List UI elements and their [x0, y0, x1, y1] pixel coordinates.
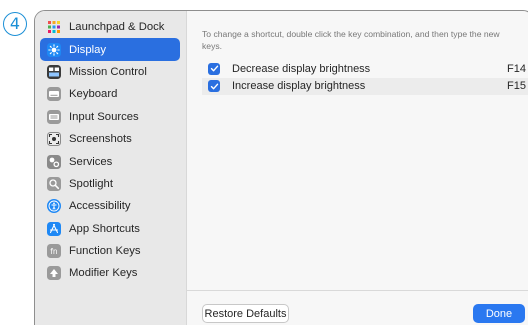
launchpad-icon	[47, 20, 61, 35]
sidebar-item-label: Screenshots	[69, 133, 132, 146]
display-brightness-icon	[47, 42, 61, 57]
shortcut-key[interactable]: F14	[502, 63, 528, 75]
sidebar-item-services[interactable]: Services	[40, 150, 180, 172]
shortcut-label: Increase display brightness	[232, 80, 366, 93]
shortcut-key[interactable]: F15	[502, 80, 528, 92]
sidebar-item-label: Launchpad & Dock	[69, 21, 165, 34]
sidebar-item-label: Accessibility	[69, 200, 131, 213]
keyboard-shortcuts-dialog: Launchpad & Dock Display Mission Control…	[34, 10, 528, 325]
sidebar-item-label: Spotlight	[69, 177, 113, 190]
svg-text:fn: fn	[50, 247, 58, 256]
sidebar-item-display[interactable]: Display	[40, 38, 180, 61]
sidebar-item-label: Display	[69, 43, 107, 56]
shortcut-checkbox[interactable]	[208, 80, 220, 93]
spotlight-icon	[47, 176, 61, 191]
fn-key-icon: fn	[47, 244, 61, 259]
restore-defaults-button[interactable]: Restore Defaults	[202, 304, 289, 323]
sidebar-item-label: Modifier Keys	[69, 267, 138, 280]
sidebar-item-function-keys[interactable]: fn Function Keys	[40, 240, 180, 262]
input-sources-icon	[47, 109, 61, 124]
shortcut-row[interactable]: Decrease display brightness F14	[202, 60, 528, 78]
sidebar-item-input-sources[interactable]: Input Sources	[40, 106, 180, 128]
sidebar-item-keyboard[interactable]: Keyboard	[40, 83, 180, 105]
shortcut-row[interactable]: Increase display brightness F15	[202, 77, 528, 95]
screenshot-icon	[47, 132, 61, 147]
sidebar-item-spotlight[interactable]: Spotlight	[40, 173, 180, 195]
mission-control-icon	[47, 64, 61, 79]
app-store-icon	[47, 221, 61, 236]
shortcut-table: Decrease display brightness F14 Increase…	[202, 60, 528, 95]
instruction-text: To change a shortcut, double click the k…	[202, 29, 500, 51]
sidebar-item-modifier-keys[interactable]: Modifier Keys	[40, 262, 180, 284]
sidebar-item-label: Services	[69, 155, 113, 168]
sidebar-item-label: Keyboard	[69, 88, 118, 101]
done-button[interactable]: Done	[473, 304, 525, 323]
sidebar-item-launchpad-dock[interactable]: Launchpad & Dock	[40, 16, 180, 38]
sidebar-item-label: Input Sources	[69, 110, 139, 123]
services-icon	[47, 154, 61, 169]
shortcuts-pane: To change a shortcut, double click the k…	[187, 11, 528, 325]
modifier-key-icon	[47, 266, 61, 281]
keyboard-icon	[47, 87, 61, 102]
sidebar-list: Launchpad & Dock Display Mission Control…	[40, 16, 180, 285]
sidebar-item-mission-control[interactable]: Mission Control	[40, 61, 180, 83]
shortcut-checkbox[interactable]	[208, 62, 220, 75]
sidebar-item-app-shortcuts[interactable]: App Shortcuts	[40, 218, 180, 240]
footer-divider	[187, 290, 528, 291]
sidebar-item-label: Mission Control	[69, 65, 147, 78]
accessibility-icon	[47, 199, 61, 214]
shortcut-label: Decrease display brightness	[232, 62, 371, 75]
step-number-badge: 4	[3, 12, 27, 36]
sidebar-item-label: Function Keys	[69, 245, 141, 258]
sidebar-item-screenshots[interactable]: Screenshots	[40, 128, 180, 150]
sidebar-item-label: App Shortcuts	[69, 222, 140, 235]
sidebar-item-accessibility[interactable]: Accessibility	[40, 195, 180, 217]
sidebar: Launchpad & Dock Display Mission Control…	[35, 11, 187, 325]
